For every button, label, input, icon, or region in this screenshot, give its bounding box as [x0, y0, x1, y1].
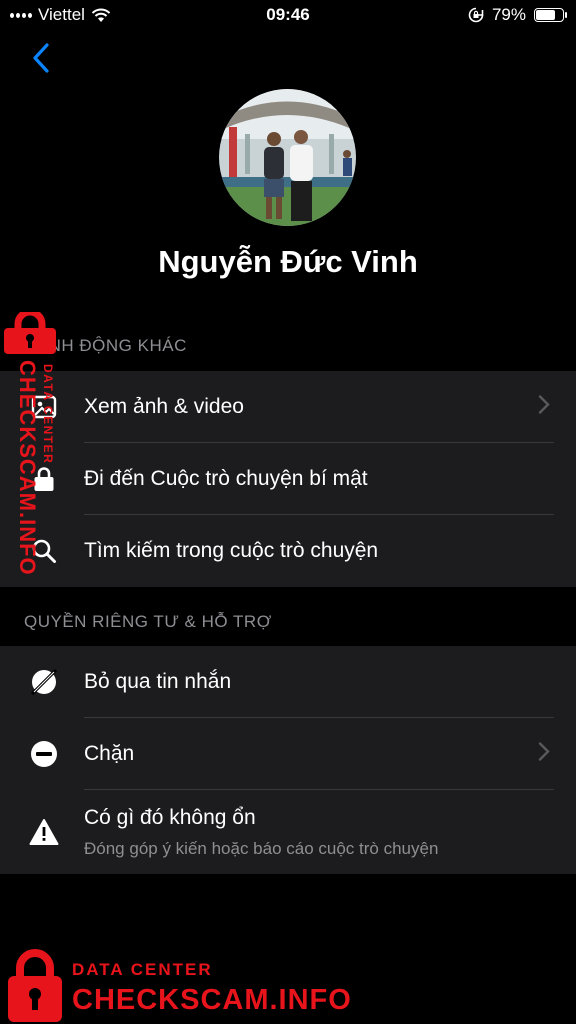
battery-icon	[534, 8, 567, 22]
ignore-icon	[28, 666, 60, 698]
block-icon	[28, 738, 60, 770]
secret-conversation-label: Đi đến Cuộc trò chuyện bí mật	[84, 467, 368, 490]
warning-icon	[28, 816, 60, 848]
watermark-lock-logo: CHECKSCAM.INFO DATA CENTER	[4, 308, 56, 576]
search-conversation-label: Tìm kiếm trong cuộc trò chuyện	[84, 539, 379, 562]
section-header-privacy-support: QUYỀN RIÊNG TƯ & HỖ TRỢ	[24, 612, 272, 631]
svg-text:DATA CENTER: DATA CENTER	[41, 364, 55, 464]
view-photos-videos-row[interactable]: Xem ảnh & video	[0, 371, 576, 443]
privacy-support-group: Bỏ qua tin nhắn Chặn Có gì đó không ổn Đ…	[0, 646, 576, 874]
block-row[interactable]: Chặn	[0, 718, 576, 790]
rotation-lock-icon	[468, 7, 484, 23]
status-right: 79%	[468, 5, 567, 25]
battery-percent: 79%	[491, 5, 526, 24]
back-button[interactable]	[28, 42, 58, 74]
something-wrong-row[interactable]: Có gì đó không ổn Đóng góp ý kiến hoặc b…	[0, 790, 576, 874]
watermark-side: CHECKSCAM.INFO DATA CENTER	[4, 308, 64, 592]
chevron-right-icon	[538, 742, 550, 767]
svg-text:CHECKSCAM.INFO: CHECKSCAM.INFO	[15, 360, 40, 576]
watermark-lock-icon	[8, 949, 62, 1022]
more-actions-group: Xem ảnh & video Đi đến Cuộc trò chuyện b…	[0, 371, 576, 587]
ignore-messages-row[interactable]: Bỏ qua tin nhắn	[0, 646, 576, 718]
view-photos-videos-label: Xem ảnh & video	[84, 395, 244, 418]
search-conversation-row[interactable]: Tìm kiếm trong cuộc trò chuyện	[0, 515, 576, 587]
watermark-bottom: DATA CENTER CHECKSCAM.INFO	[6, 948, 426, 1024]
something-wrong-label: Có gì đó không ổn	[84, 806, 256, 829]
chevron-right-icon	[538, 395, 550, 420]
something-wrong-sublabel: Đóng góp ý kiến hoặc báo cáo cuộc trò ch…	[84, 839, 439, 858]
watermark-line1: DATA CENTER	[72, 960, 213, 979]
avatar-photo	[219, 89, 356, 226]
watermark-line2: CHECKSCAM.INFO	[72, 984, 352, 1016]
secret-conversation-row[interactable]: Đi đến Cuộc trò chuyện bí mật	[0, 443, 576, 515]
status-bar: Viettel 09:46 79%	[0, 0, 576, 30]
ignore-messages-label: Bỏ qua tin nhắn	[84, 670, 232, 693]
avatar[interactable]	[219, 89, 356, 226]
chevron-left-icon	[33, 43, 49, 73]
profile-name: Nguyễn Đức Vinh	[158, 244, 418, 279]
block-label: Chặn	[84, 742, 135, 765]
